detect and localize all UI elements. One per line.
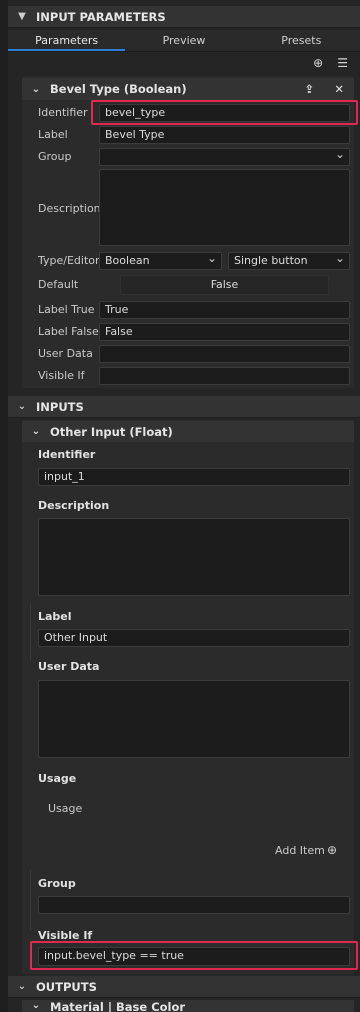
output-item-header[interactable]: ⌄ Material | Base Color [22,1000,354,1012]
input-group-label: Group [38,877,76,890]
output-item-title: Material | Base Color [50,1000,186,1012]
plus-circle-icon[interactable]: ⊕ [313,56,323,70]
type-editor-label: Type/Editor [38,254,100,267]
input-parameters-header[interactable]: ▼ INPUT PARAMETERS [8,6,360,28]
divider [30,604,31,660]
left-gutter [0,0,8,1012]
chevron-down-icon[interactable]: ⌄ [22,1000,50,1011]
usage-label: Usage [38,772,77,785]
parameter-header[interactable]: ⌄ Bevel Type (Boolean) ⇪ ✕ [22,78,354,100]
label-true-label: Label True [38,303,95,316]
list-menu-icon[interactable]: ☰ [337,56,348,70]
group-label: Group [38,150,72,163]
label-true-field[interactable]: True [99,301,350,319]
visible-if-highlight [30,941,358,970]
outputs-title: OUTPUTS [36,979,97,994]
input-identifier-field[interactable]: input_1 [38,468,350,486]
user-data-label: User Data [38,347,93,360]
inputs-header[interactable]: ⌄ INPUTS [8,396,360,418]
usage-item[interactable]: Usage [48,801,82,817]
chevron-down-icon[interactable]: ⌄ [22,426,50,437]
input-group-field[interactable] [38,896,350,914]
input-label-field[interactable]: Other Input [38,629,350,647]
input-description-label: Description [38,499,110,512]
editor-dropdown[interactable]: Single button [228,250,350,270]
tab-parameters[interactable]: Parameters [8,30,126,51]
default-toggle-button[interactable]: False [120,275,329,295]
label-field[interactable]: Bevel Type [99,126,350,144]
default-label: Default [38,278,79,291]
tab-preview[interactable]: Preview [125,30,242,51]
identifier-label: Identifier [38,106,88,119]
tab-presets[interactable]: Presets [243,30,360,51]
label-false-field[interactable]: False [99,323,350,341]
user-data-field[interactable] [99,345,350,363]
label-label: Label [38,128,68,141]
chevron-down-icon[interactable]: ▼ [8,11,36,22]
input-item-title: Other Input (Float) [50,424,173,439]
description-label: Description [38,202,101,215]
input-user-data-label: User Data [38,660,100,673]
input-item-header[interactable]: ⌄ Other Input (Float) [22,421,354,442]
label-false-label: Label False [38,325,99,338]
chevron-down-icon[interactable]: ⌄ [8,401,36,412]
input-identifier-label: Identifier [38,448,96,461]
description-textarea[interactable] [99,169,350,246]
chevron-down-icon[interactable]: ⌄ [8,981,36,992]
type-dropdown[interactable]: Boolean [99,250,222,270]
close-icon[interactable]: ✕ [334,82,344,96]
parameter-title: Bevel Type (Boolean) [50,82,187,96]
section-title: INPUT PARAMETERS [36,9,166,24]
identifier-highlight [91,100,358,125]
divider [30,870,31,930]
group-dropdown[interactable] [99,146,350,166]
export-icon[interactable]: ⇪ [304,82,314,96]
input-description-textarea[interactable] [38,518,350,596]
input-user-data-textarea[interactable] [38,680,350,758]
chevron-down-icon[interactable]: ⌄ [22,84,50,95]
plus-circle-icon[interactable]: ⊕ [327,843,337,857]
visible-if-field[interactable] [99,367,350,385]
visible-if-label: Visible If [38,369,85,382]
input-label-label: Label [38,610,72,623]
inputs-title: INPUTS [36,399,84,414]
toolbar: ⊕ ☰ [8,52,360,74]
add-item-button[interactable]: Add Item [275,843,325,859]
outputs-header[interactable]: ⌄ OUTPUTS [8,976,360,998]
tab-bar: Parameters Preview Presets [8,30,360,52]
